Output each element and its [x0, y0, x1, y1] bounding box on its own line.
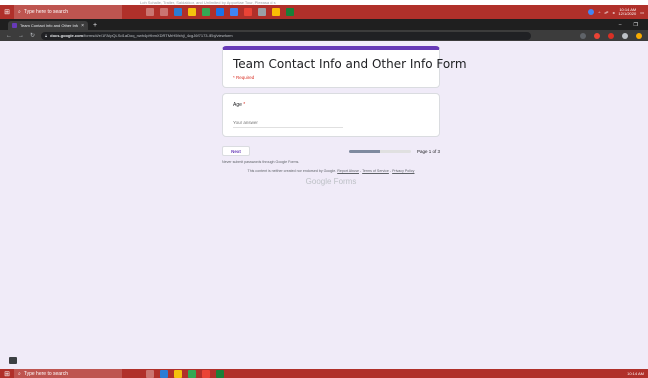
taskbar-search[interactable]: ⌕ Type here to search	[14, 5, 122, 19]
profile-avatar[interactable]	[636, 32, 642, 39]
search-icon: ⌕	[18, 370, 21, 377]
browser-tabbar: Team Contact Info and Other Info × + – ❐	[0, 19, 648, 30]
taskbar-bottom: ⊞ ⌕ Type here to search 10:14 AM	[0, 369, 648, 378]
footer-prefix: This content is neither created nor endo…	[247, 169, 337, 173]
privacy-link[interactable]: Privacy Policy	[392, 169, 414, 173]
system-tray: 10:14 AM	[627, 370, 648, 376]
tray-clock[interactable]: 10:14 AM	[627, 370, 644, 376]
taskbar-search-placeholder: Type here to search	[23, 9, 69, 15]
lock-icon: 🔒︎	[45, 33, 48, 38]
tray-time: 10:14 AM	[627, 370, 644, 376]
star-icon[interactable]	[580, 32, 586, 39]
taskbar-apps	[146, 369, 224, 378]
url-text: docs.google.com/forms/d/e/1FAIpQLSd1aDoq…	[50, 33, 232, 38]
progress-text: Page 1 of 3	[416, 148, 440, 154]
report-problem-icon[interactable]	[9, 357, 17, 364]
required-note: * Required	[233, 75, 255, 80]
notification-icon[interactable]: ▭	[640, 10, 644, 15]
extension-icon[interactable]	[608, 32, 614, 39]
progress-bar-fill	[348, 149, 380, 153]
taskbar-top: ⊞ ⌕ Type here to search ^ ☍ ◂ 10:14 AM 1…	[0, 5, 648, 19]
question-card-age: Age *	[222, 93, 440, 137]
restore-icon[interactable]: ❐	[634, 21, 638, 30]
forms-favicon-icon	[12, 23, 17, 28]
cortana-icon[interactable]	[160, 8, 168, 16]
search-icon: ⌕	[18, 9, 21, 15]
chrome-icon[interactable]	[202, 8, 210, 16]
terms-link[interactable]: Terms of Service	[362, 169, 389, 173]
excel-icon[interactable]	[286, 8, 294, 16]
question-label: Age *	[233, 102, 429, 108]
url-input[interactable]: 🔒︎ docs.google.com/forms/d/e/1FAIpQLSd1a…	[41, 31, 532, 40]
back-icon[interactable]: ←	[6, 33, 12, 39]
taskbar-search-placeholder: Type here to search	[23, 370, 69, 377]
excel-icon[interactable]	[216, 369, 224, 378]
network-icon[interactable]: ☍	[604, 10, 608, 15]
check-app-icon[interactable]	[230, 8, 238, 16]
form-navigation: Next Page 1 of 3	[222, 145, 440, 157]
file-explorer-icon[interactable]	[188, 8, 196, 16]
puzzle-icon[interactable]	[622, 32, 628, 39]
tray-clock[interactable]: 10:14 AM 12/1/2020	[618, 8, 636, 16]
progress-bar	[348, 149, 411, 153]
extensions	[580, 32, 642, 39]
file-explorer-icon[interactable]	[174, 369, 182, 378]
word-icon[interactable]	[160, 369, 168, 378]
password-warning: Never submit passwords through Google Fo…	[222, 160, 300, 164]
extension-icon[interactable]	[594, 32, 600, 39]
volume-icon[interactable]: ◂	[612, 10, 614, 15]
browser-tab[interactable]: Team Contact Info and Other Info ×	[8, 21, 88, 30]
media-app-icon[interactable]	[202, 369, 210, 378]
form-container: Team Contact Info and Other Info Form * …	[222, 46, 467, 186]
footer-disclaimer: This content is neither created nor endo…	[247, 169, 415, 173]
question-text: Age	[233, 102, 242, 108]
progress-indicator: Page 1 of 3	[348, 148, 440, 154]
minimize-icon[interactable]: –	[619, 21, 622, 30]
tray-arrow-icon[interactable]: ^	[598, 10, 600, 15]
system-tray: ^ ☍ ◂ 10:14 AM 12/1/2020 ▭	[588, 8, 648, 16]
google-forms-logo[interactable]: Google Forms	[222, 177, 440, 186]
tray-app-icon[interactable]	[588, 9, 595, 15]
window-controls: – ❐	[619, 21, 648, 30]
word-icon[interactable]	[174, 8, 182, 16]
forward-icon[interactable]: →	[18, 33, 24, 39]
new-tab-icon[interactable]: +	[93, 21, 97, 30]
windows-start-icon[interactable]: ⊞	[0, 369, 14, 378]
required-asterisk: *	[241, 102, 246, 108]
task-view-icon[interactable]	[146, 369, 154, 378]
url-path: /forms/d/e/1FAIpQLSd1aDoq_nwh4pHbmXDRTMr…	[83, 33, 233, 38]
form-title: Team Contact Info and Other Info Form	[233, 57, 467, 71]
tray-date: 12/1/2020	[618, 11, 637, 16]
chrome-icon[interactable]	[188, 369, 196, 378]
media-app-icon[interactable]	[244, 8, 252, 16]
tab-title: Team Contact Info and Other Info	[20, 23, 79, 28]
report-abuse-link[interactable]: Report Abuse	[337, 169, 359, 173]
form-header-card: Team Contact Info and Other Info Form * …	[222, 46, 467, 88]
close-tab-icon[interactable]: ×	[81, 23, 84, 29]
age-input[interactable]	[233, 118, 343, 128]
windows-start-icon[interactable]: ⊞	[0, 5, 14, 19]
address-bar: ← → ↻ 🔒︎ docs.google.com/forms/d/e/1FAIp…	[0, 30, 648, 41]
pinned-app-icon[interactable]	[272, 8, 280, 16]
url-domain: docs.google.com	[50, 33, 84, 38]
next-button[interactable]: Next	[222, 146, 250, 156]
taskbar-apps	[146, 8, 294, 16]
settings-app-icon[interactable]	[258, 8, 266, 16]
mail-icon[interactable]	[216, 8, 224, 16]
taskbar-search[interactable]: ⌕ Type here to search	[14, 369, 122, 378]
task-view-icon[interactable]	[146, 8, 154, 16]
reload-icon[interactable]: ↻	[30, 33, 35, 39]
